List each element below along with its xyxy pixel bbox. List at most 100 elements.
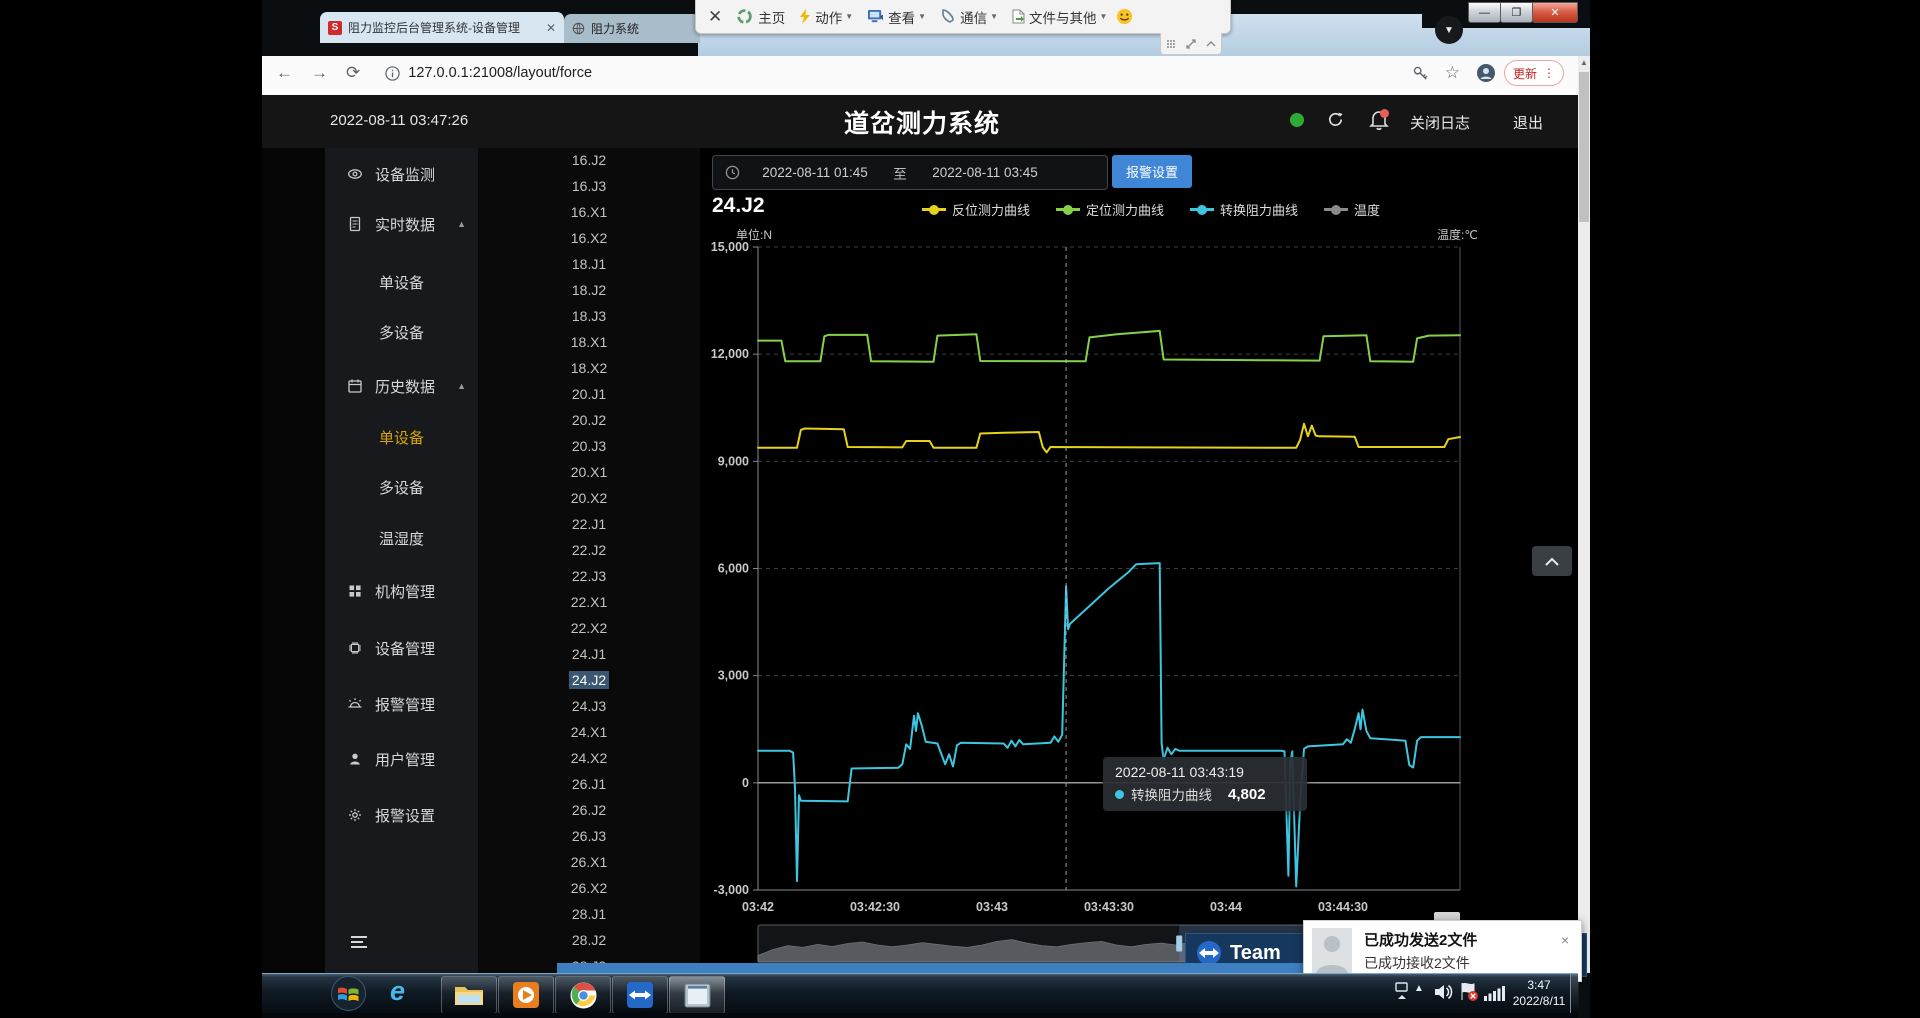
page-scrollbar[interactable]: ▲ xyxy=(1578,56,1590,973)
menu-dots-icon[interactable]: ⋮ xyxy=(1543,66,1555,80)
device-item[interactable]: 28.J2 xyxy=(478,932,700,948)
close-button[interactable]: ✕ xyxy=(1532,2,1578,23)
key-icon[interactable] xyxy=(1412,65,1429,82)
sidebar-item-org-management[interactable]: 机构管理 xyxy=(325,580,478,602)
expand-icon[interactable] xyxy=(1186,39,1196,49)
bell-icon[interactable] xyxy=(1368,108,1390,132)
device-item[interactable]: 22.J1 xyxy=(478,516,700,532)
show-desktop-button[interactable] xyxy=(1570,974,1579,1014)
taskbar-explorer-button[interactable] xyxy=(441,976,497,1014)
back-icon[interactable]: ← xyxy=(276,63,293,83)
taskbar-active-app-button[interactable] xyxy=(669,976,725,1014)
scrollbar-thumb[interactable] xyxy=(1579,72,1589,222)
device-item[interactable]: 26.J1 xyxy=(478,776,700,792)
collapse-chevron-icon[interactable] xyxy=(1206,40,1216,47)
sidebar-item-alarm-management[interactable]: 报警管理 xyxy=(325,693,478,715)
start-button[interactable] xyxy=(330,975,367,1012)
grid-dots-icon[interactable] xyxy=(1166,39,1176,49)
sidebar-item-alarm-settings[interactable]: 报警设置 xyxy=(325,804,478,826)
tv-home-item[interactable]: 主页 xyxy=(736,7,785,27)
sidebar-item-history-multi-device[interactable]: 多设备 xyxy=(325,476,478,498)
tray-hidden-icons-arrow[interactable]: ▲ xyxy=(1414,983,1424,994)
date-from[interactable]: 2022-08-11 01:45 xyxy=(750,165,880,180)
tv-communication-item[interactable]: 通信▼ xyxy=(940,7,998,27)
browser-tab-active[interactable]: S 阻力监控后台管理系统-设备管理 ✕ xyxy=(320,12,564,43)
device-item-selected[interactable]: 24.J2 xyxy=(478,672,700,688)
tv-files-item[interactable]: 文件与其他▼ xyxy=(1012,7,1107,27)
feedback-smiley-icon[interactable] xyxy=(1116,8,1133,25)
tab-close-icon[interactable]: ✕ xyxy=(546,21,556,35)
device-item[interactable]: 16.J3 xyxy=(478,178,700,194)
logout-button[interactable]: 退出 xyxy=(1513,112,1543,133)
device-item[interactable]: 16.X1 xyxy=(478,204,700,220)
sidebar-item-history-single-device[interactable]: 单设备 xyxy=(325,426,478,448)
legend-item[interactable]: 温度 xyxy=(1324,200,1380,219)
network-signal-icon[interactable] xyxy=(1484,985,1506,1001)
device-item[interactable]: 22.J3 xyxy=(478,568,700,584)
device-item[interactable]: 24.X2 xyxy=(478,750,700,766)
taskbar-player-button[interactable] xyxy=(498,976,554,1014)
device-item[interactable]: 22.X2 xyxy=(478,620,700,636)
sidebar-collapse-button[interactable] xyxy=(350,935,368,949)
browser-tab-inactive[interactable]: 阻力系统 xyxy=(564,14,700,43)
device-item[interactable]: 26.X1 xyxy=(478,854,700,870)
device-item[interactable]: 20.J1 xyxy=(478,386,700,402)
tv-close-icon[interactable]: ✕ xyxy=(708,7,722,27)
back-to-top-button[interactable] xyxy=(1532,546,1572,576)
device-item[interactable]: 18.J1 xyxy=(478,256,700,272)
teamviewer-collapse-button[interactable]: ▼ xyxy=(1435,16,1463,44)
device-item[interactable]: 26.J2 xyxy=(478,802,700,818)
sidebar-item-history-data[interactable]: 历史数据▲ xyxy=(325,375,478,397)
device-item[interactable]: 24.J3 xyxy=(478,698,700,714)
device-item[interactable]: 26.J3 xyxy=(478,828,700,844)
line-chart[interactable]: 15,00012,0009,0006,0003,0000-3,00003:420… xyxy=(700,236,1578,973)
sidebar-item-user-management[interactable]: 用户管理 xyxy=(325,748,478,770)
device-item[interactable]: 16.J2 xyxy=(478,152,700,168)
device-item[interactable]: 20.J2 xyxy=(478,412,700,428)
alarm-settings-button[interactable]: 报警设置 xyxy=(1112,155,1192,188)
device-item[interactable]: 26.X2 xyxy=(478,880,700,896)
device-item[interactable]: 22.X1 xyxy=(478,594,700,610)
maximize-button[interactable]: ❐ xyxy=(1500,2,1533,23)
chrome-update-button[interactable]: 更新 ⋮ xyxy=(1504,60,1564,86)
notification-handle[interactable] xyxy=(1434,912,1460,920)
minimize-button[interactable]: — xyxy=(1468,2,1501,23)
reload-icon[interactable]: ⟳ xyxy=(346,63,360,83)
legend-item[interactable]: 定位测力曲线 xyxy=(1056,200,1164,219)
date-to[interactable]: 2022-08-11 03:45 xyxy=(920,165,1050,180)
forward-icon[interactable]: → xyxy=(311,63,328,83)
bookmark-star-icon[interactable]: ☆ xyxy=(1445,63,1460,83)
sidebar-item-device-management[interactable]: 设备管理 xyxy=(325,637,478,659)
tv-actions-item[interactable]: 动作▼ xyxy=(799,7,853,27)
device-item[interactable]: 16.X2 xyxy=(478,230,700,246)
refresh-icon[interactable] xyxy=(1326,110,1345,129)
taskbar-chrome-button[interactable] xyxy=(555,976,611,1014)
sidebar-item-realtime-single-device[interactable]: 单设备 xyxy=(325,271,478,293)
device-item[interactable]: 20.J3 xyxy=(478,438,700,454)
profile-avatar-icon[interactable] xyxy=(1476,63,1496,83)
notification-close-icon[interactable]: × xyxy=(1561,932,1569,948)
tray-window-icon[interactable] xyxy=(1395,982,1409,1004)
action-center-flag-icon[interactable] xyxy=(1459,982,1479,1002)
device-item[interactable]: 20.X2 xyxy=(478,490,700,506)
sidebar-item-humiture[interactable]: 温湿度 xyxy=(325,527,478,549)
device-item[interactable]: 18.J2 xyxy=(478,282,700,298)
taskbar-teamviewer-button[interactable] xyxy=(612,976,668,1014)
device-item[interactable]: 22.J2 xyxy=(478,542,700,558)
tv-view-item[interactable]: 查看▼ xyxy=(867,7,926,27)
sidebar-item-realtime-data[interactable]: 实时数据▲ xyxy=(325,213,478,235)
device-item[interactable]: 24.X1 xyxy=(478,724,700,740)
volume-icon[interactable] xyxy=(1434,983,1454,1001)
legend-item[interactable]: 反位测力曲线 xyxy=(922,200,1030,219)
close-log-button[interactable]: 关闭日志 xyxy=(1410,112,1470,133)
device-item[interactable]: 20.X1 xyxy=(478,464,700,480)
date-range-picker[interactable]: 2022-08-11 01:45 至 2022-08-11 03:45 xyxy=(712,155,1108,190)
device-item[interactable]: 28.J1 xyxy=(478,906,700,922)
legend-item[interactable]: 转换阻力曲线 xyxy=(1190,200,1298,219)
taskbar-clock[interactable]: 3:47 2022/8/11 xyxy=(1510,977,1568,1009)
device-item[interactable]: 18.X2 xyxy=(478,360,700,376)
scrollbar-up-arrow[interactable]: ▲ xyxy=(1578,56,1590,70)
sidebar-item-device-monitor[interactable]: 设备监测 xyxy=(325,163,478,185)
ie-icon[interactable]: e xyxy=(390,976,405,1007)
device-item[interactable]: 18.X1 xyxy=(478,334,700,350)
